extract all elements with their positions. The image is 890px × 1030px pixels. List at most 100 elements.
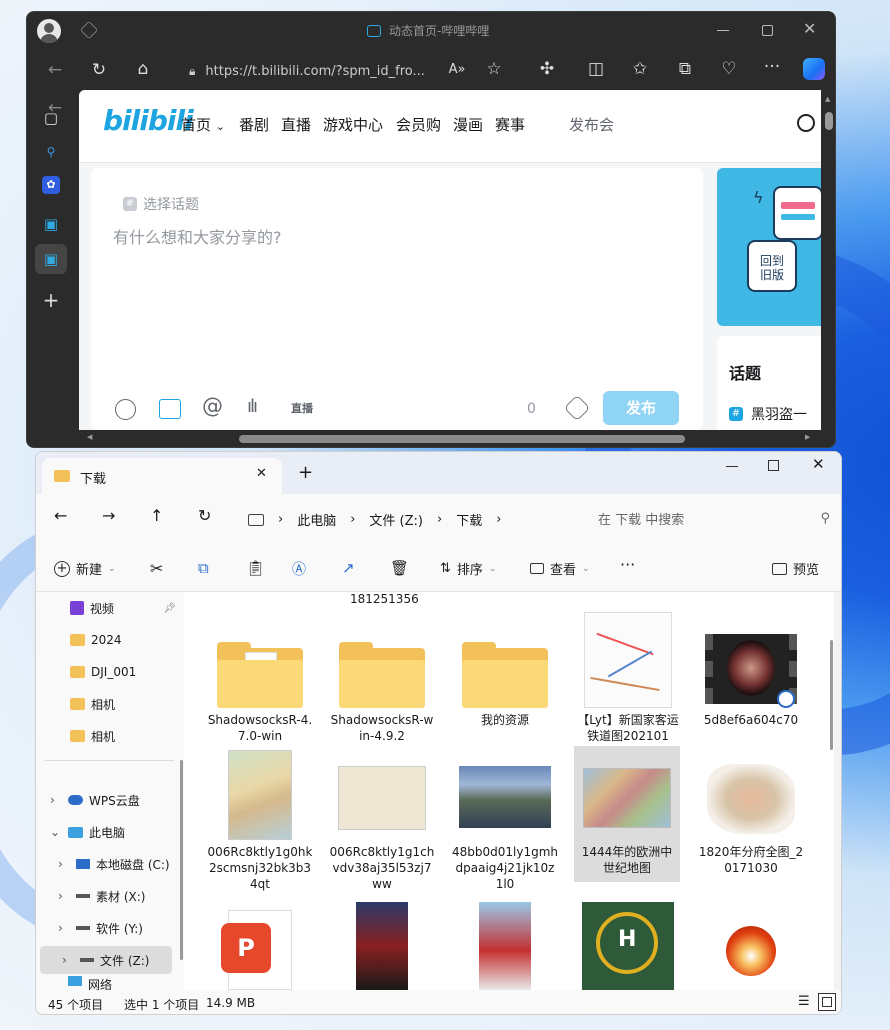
tree-item-wps-cloud[interactable]: › WPS云盘 bbox=[36, 786, 176, 814]
tree-item-drive-c[interactable]: › 本地磁盘 (C:) bbox=[36, 850, 176, 878]
topic-item[interactable]: # 黑羽盗一 bbox=[729, 404, 807, 424]
chevron-right-icon[interactable]: › bbox=[62, 953, 80, 967]
tab-title-wrap[interactable]: 动态首页-哔哩哔哩 bbox=[367, 22, 489, 39]
tab-actions-icon[interactable]: ▢ bbox=[39, 106, 63, 130]
tree-item-dji[interactable]: DJI_001 bbox=[36, 658, 176, 686]
add-icon[interactable]: + bbox=[39, 288, 63, 312]
profile-avatar[interactable] bbox=[37, 19, 61, 43]
file-item[interactable]: 【Lyt】新国家客运铁道图202101 bbox=[573, 612, 683, 744]
file-item[interactable] bbox=[327, 902, 437, 990]
file-item[interactable]: ShadowsocksR-win-4.9.2 bbox=[327, 620, 437, 744]
old-version-banner[interactable]: ϟ 回到 旧版 bbox=[717, 168, 821, 326]
maximize-button[interactable] bbox=[762, 25, 773, 36]
topic-selector[interactable]: # 选择话题 bbox=[123, 194, 199, 214]
file-item[interactable]: ShadowsocksR-4.7.0-win bbox=[205, 620, 315, 744]
chevron-down-icon[interactable]: ⌄ bbox=[50, 825, 68, 839]
read-aloud-icon[interactable]: A» bbox=[445, 60, 469, 80]
tree-item-camera[interactable]: 相机 bbox=[36, 690, 176, 718]
settings-hexagon-icon[interactable] bbox=[563, 394, 591, 422]
composer-input[interactable]: 有什么想和大家分享的? bbox=[113, 224, 282, 248]
tree-scrollbar[interactable] bbox=[180, 760, 183, 960]
file-item[interactable]: 1820年分府全图_20171030 bbox=[696, 752, 806, 876]
copy-icon[interactable]: ⧉ bbox=[198, 559, 209, 577]
file-item[interactable]: 48bb0d01ly1gmhdpaaig4j21jk10z1l0 bbox=[450, 752, 560, 892]
chevron-right-icon[interactable]: › bbox=[58, 921, 76, 935]
details-view-icon[interactable]: ☰ bbox=[798, 994, 810, 1009]
file-item[interactable]: 006Rc8ktly1g0hk2scmsnj32bk3b34qt bbox=[205, 750, 315, 892]
tree-item-this-pc[interactable]: ⌄ 此电脑 bbox=[36, 818, 176, 846]
delete-icon[interactable]: 🗑︎ bbox=[390, 559, 409, 577]
favorite-star-icon[interactable]: ☆ bbox=[482, 59, 506, 79]
file-item[interactable]: 我的资源 bbox=[450, 620, 560, 728]
publish-button[interactable]: 发布 bbox=[603, 391, 679, 425]
page-vertical-scrollbar[interactable]: ▲ bbox=[821, 90, 835, 430]
search-icon[interactable] bbox=[797, 114, 815, 132]
nav-home[interactable]: 首页 ⌄ bbox=[181, 114, 225, 135]
breadcrumb-downloads[interactable]: 下载 bbox=[456, 510, 482, 529]
breadcrumb-drive-z[interactable]: 文件 (Z:) bbox=[369, 510, 423, 529]
forward-icon[interactable]: → bbox=[102, 506, 115, 525]
home-icon[interactable]: ⌂ bbox=[131, 59, 155, 79]
grid-scrollbar[interactable] bbox=[830, 640, 833, 750]
paste-icon[interactable]: 📋︎ bbox=[246, 559, 265, 577]
nav-bangumi[interactable]: 番剧 bbox=[239, 114, 269, 135]
close-button[interactable]: ✕ bbox=[812, 455, 825, 473]
file-item[interactable]: H bbox=[573, 902, 683, 990]
chevron-right-icon[interactable]: › bbox=[58, 857, 76, 871]
copilot-icon[interactable] bbox=[803, 58, 825, 80]
bilibili-logo[interactable]: bilibili bbox=[103, 104, 194, 137]
workspaces-icon[interactable] bbox=[79, 20, 99, 40]
performance-icon[interactable]: ♡ bbox=[717, 59, 741, 79]
preview-button[interactable]: 预览 bbox=[772, 559, 819, 578]
rename-icon[interactable]: Ⓐ bbox=[292, 559, 306, 579]
collections-icon[interactable]: ⧉ bbox=[673, 59, 697, 79]
tree-item-videos[interactable]: 视频 📌︎ bbox=[36, 594, 176, 622]
breadcrumb-this-pc[interactable]: 此电脑 bbox=[297, 510, 336, 529]
file-item[interactable]: 006Rc8ktly1g1chvdv38aj35l53zj7ww bbox=[327, 752, 437, 892]
tree-item-2024[interactable]: 2024 bbox=[36, 626, 176, 654]
address-bar[interactable]: 🔒︎ https://t.bilibili.com/?spm_id_fro... bbox=[179, 57, 457, 85]
tree-item-drive-y[interactable]: › 软件 (Y:) bbox=[36, 914, 176, 942]
emoji-icon[interactable] bbox=[115, 399, 136, 420]
bilibili-active-icon[interactable]: ▣ bbox=[35, 244, 67, 274]
tree-item-camera-2[interactable]: 相机 bbox=[36, 722, 176, 750]
tree-item-drive-x[interactable]: › 素材 (X:) bbox=[36, 882, 176, 910]
file-item[interactable]: 5d8ef6a604c70 bbox=[696, 620, 806, 728]
file-item[interactable] bbox=[696, 906, 806, 990]
nav-game-center[interactable]: 游戏中心 bbox=[323, 114, 383, 135]
live-reservation-icon[interactable]: 直播 bbox=[291, 400, 313, 416]
cut-icon[interactable]: ✂ bbox=[150, 559, 163, 578]
chevron-right-icon[interactable]: › bbox=[58, 889, 76, 903]
nav-esports[interactable]: 赛事 bbox=[495, 114, 525, 135]
back-icon[interactable]: ← bbox=[54, 506, 67, 525]
page-horizontal-scrollbar[interactable]: ◀ ▶ bbox=[79, 430, 821, 447]
file-item-selected[interactable]: 1444年的欧洲中世纪地图 bbox=[574, 746, 680, 882]
tiles-view-icon[interactable] bbox=[818, 993, 836, 1011]
refresh-icon[interactable]: ↻ bbox=[198, 506, 211, 525]
up-icon[interactable]: ↑ bbox=[150, 506, 163, 525]
bilibili-icon[interactable]: ▣ bbox=[39, 212, 63, 236]
nav-manga[interactable]: 漫画 bbox=[453, 114, 483, 135]
nav-live[interactable]: 直播 bbox=[281, 114, 311, 135]
file-item[interactable]: P bbox=[205, 906, 315, 990]
file-item[interactable] bbox=[450, 902, 560, 990]
chevron-right-icon[interactable]: › bbox=[50, 793, 68, 807]
vote-icon[interactable]: ılı bbox=[247, 396, 258, 417]
tree-item-drive-z[interactable]: › 文件 (Z:) bbox=[40, 946, 172, 974]
new-button[interactable]: + 新建 ⌄ bbox=[54, 559, 116, 578]
split-screen-icon[interactable]: ◫ bbox=[584, 59, 608, 79]
tree-item-network[interactable]: 网络 bbox=[36, 976, 176, 990]
back-icon[interactable]: ← bbox=[43, 60, 67, 80]
new-tab-icon[interactable]: + bbox=[298, 462, 313, 483]
refresh-icon[interactable]: ↻ bbox=[87, 60, 111, 80]
nav-member-shop[interactable]: 会员购 bbox=[396, 114, 441, 135]
tab-close-icon[interactable]: ✕ bbox=[256, 466, 267, 481]
more-icon[interactable]: ··· bbox=[620, 555, 635, 574]
close-button[interactable]: ✕ bbox=[803, 19, 816, 38]
view-button[interactable]: 查看 ⌄ bbox=[530, 559, 590, 578]
minimize-button[interactable] bbox=[717, 30, 729, 31]
baidu-icon[interactable]: ✿ bbox=[42, 176, 60, 194]
maximize-button[interactable] bbox=[768, 460, 779, 471]
minimize-button[interactable] bbox=[726, 466, 738, 467]
search-input[interactable]: 在 下载 中搜索 ⚲ bbox=[594, 504, 834, 532]
